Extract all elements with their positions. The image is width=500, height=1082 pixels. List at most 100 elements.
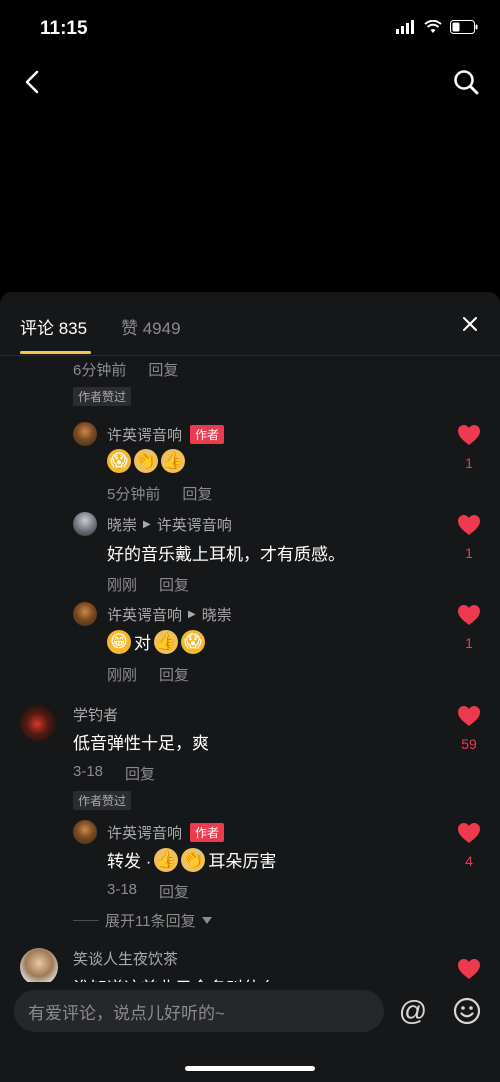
author-badge: 作者 bbox=[190, 823, 225, 842]
search-button[interactable] bbox=[448, 64, 484, 100]
reply-text-word: 对 bbox=[134, 634, 151, 653]
reply-name-line: 晓崇 ▶ 许英谔音响 bbox=[107, 514, 232, 535]
reply-time: 刚刚 bbox=[107, 667, 138, 684]
user-name[interactable]: 学钓者 bbox=[73, 704, 118, 725]
author-liked-badge: 作者赞过 bbox=[73, 791, 132, 810]
reply-to-arrow-icon: ▶ bbox=[188, 609, 196, 620]
avatar[interactable] bbox=[20, 703, 58, 741]
comment-list[interactable]: 6分钟前 回复 作者赞过 许英谔音响 作者 😱 👏 👍 5分钟前 回复 1 晓崇… bbox=[0, 356, 500, 986]
clap-emoji-icon: 👏 bbox=[181, 847, 206, 872]
reply-button[interactable]: 回复 bbox=[159, 664, 189, 685]
emoji-button[interactable] bbox=[452, 996, 482, 1026]
comment-text: 低音弹性十足，爽 bbox=[73, 734, 209, 753]
reply-name-line: 许英谔音响 作者 bbox=[107, 822, 225, 843]
chevron-left-icon bbox=[25, 70, 39, 94]
thumbs-up-emoji-icon: 👍 bbox=[154, 629, 178, 654]
mention-button[interactable]: @ bbox=[398, 995, 428, 1026]
tab-likes[interactable]: 赞 4949 bbox=[121, 314, 181, 339]
reply-target-name[interactable]: 许英谔音响 bbox=[157, 514, 232, 535]
author-liked-badge: 作者赞过 bbox=[73, 387, 132, 406]
like-count: 1 bbox=[465, 545, 473, 561]
user-name[interactable]: 许英谔音响 bbox=[107, 424, 182, 445]
reply-item: 晓崇 ▶ 许英谔音响 好的音乐戴上耳机，才有质感。 刚刚 回复 1 bbox=[0, 508, 500, 596]
like-button[interactable]: 59 bbox=[456, 705, 482, 752]
like-button[interactable]: 1 bbox=[456, 424, 482, 471]
reply-meta: 5分钟前 回复 bbox=[107, 483, 212, 504]
close-button[interactable] bbox=[458, 312, 482, 336]
reply-target-name[interactable]: 晓崇 bbox=[202, 604, 232, 625]
shocked-emoji-icon: 😱 bbox=[181, 629, 205, 654]
reply-time: 刚刚 bbox=[107, 577, 138, 594]
like-count: 59 bbox=[461, 736, 477, 752]
reply-text: 好的音乐戴上耳机，才有质感。 bbox=[107, 545, 345, 564]
like-count: 4 bbox=[465, 853, 473, 869]
expand-replies-button[interactable]: 展开11条回复 bbox=[73, 910, 212, 931]
reply-text: 😱 👏 👍 bbox=[107, 449, 185, 473]
user-name[interactable]: 笑谈人生夜饮茶 bbox=[73, 948, 178, 969]
comments-panel: 评论 835 赞 4949 6分钟前 回复 作者赞过 许英谔音响 作者 😱 👏 bbox=[0, 292, 500, 1082]
user-name[interactable]: 许英谔音响 bbox=[107, 822, 182, 843]
expand-label: 展开11条回复 bbox=[105, 913, 196, 930]
at-icon: @ bbox=[398, 995, 428, 1026]
comment-meta: 3-18 回复 bbox=[73, 763, 155, 784]
reply-button[interactable]: 回复 bbox=[182, 483, 212, 504]
reply-item: 许英谔音响 作者 😱 👏 👍 5分钟前 回复 1 bbox=[0, 418, 500, 506]
reply-text-prefix: 转发 · bbox=[107, 852, 152, 871]
reply-text-suffix: 耳朵厉害 bbox=[208, 852, 277, 871]
comment-input[interactable]: 有爱评论，说点儿好听的~ bbox=[14, 990, 384, 1032]
avatar[interactable] bbox=[73, 512, 97, 536]
comment-name-line: 笑谈人生夜饮茶 bbox=[73, 948, 178, 969]
like-button[interactable] bbox=[456, 958, 482, 985]
avatar[interactable] bbox=[73, 602, 97, 626]
heart-icon bbox=[458, 605, 480, 625]
comment-item: 笑谈人生夜饮茶 谁知道这首曲子全名叫什么 bbox=[0, 946, 500, 986]
avatar[interactable] bbox=[20, 948, 58, 986]
heart-icon bbox=[458, 959, 480, 979]
expand-divider bbox=[73, 920, 99, 921]
comment-name-line: 学钓者 bbox=[73, 704, 118, 725]
grin-emoji-icon: 😁 bbox=[107, 629, 131, 654]
like-button[interactable]: 1 bbox=[456, 514, 482, 561]
search-icon bbox=[454, 70, 479, 95]
reply-button[interactable]: 回复 bbox=[148, 359, 178, 380]
comment-item: 学钓者 低音弹性十足，爽 3-18 回复 作者赞过 59 bbox=[0, 703, 500, 813]
like-count: 1 bbox=[465, 455, 473, 471]
avatar[interactable] bbox=[73, 820, 97, 844]
thumbs-up-emoji-icon: 👍 bbox=[161, 449, 185, 473]
tab-comments[interactable]: 评论 835 bbox=[20, 314, 87, 339]
heart-icon bbox=[458, 425, 480, 445]
thumbs-up-emoji-icon: 👍 bbox=[154, 847, 179, 872]
reply-meta: 3-18 回复 bbox=[107, 881, 189, 902]
reply-button[interactable]: 回复 bbox=[159, 574, 189, 595]
comment-time: 6分钟前 bbox=[73, 362, 127, 379]
signal-icon bbox=[396, 20, 414, 34]
heart-icon bbox=[458, 706, 480, 726]
heart-icon bbox=[458, 515, 480, 535]
user-name[interactable]: 许英谔音响 bbox=[107, 604, 182, 625]
like-button[interactable]: 1 bbox=[456, 604, 482, 651]
reply-item: 许英谔音响 ▶ 晓崇 😁 对 👍 😱 刚刚 回复 1 bbox=[0, 598, 500, 686]
back-button[interactable] bbox=[14, 64, 50, 100]
comment-tabs: 评论 835 赞 4949 bbox=[0, 292, 500, 356]
smiley-icon bbox=[453, 997, 481, 1025]
reply-text: 转发 · 👍 👏 耳朵厉害 bbox=[107, 847, 276, 872]
reply-button[interactable]: 回复 bbox=[125, 763, 155, 784]
like-button[interactable]: 4 bbox=[456, 822, 482, 869]
reply-text: 😁 对 👍 😱 bbox=[107, 629, 205, 654]
comment-meta: 6分钟前 回复 bbox=[73, 359, 178, 380]
author-badge: 作者 bbox=[190, 425, 225, 444]
reply-name-line: 许英谔音响 作者 bbox=[107, 424, 225, 445]
reply-item: 许英谔音响 作者 转发 · 👍 👏 耳朵厉害 3-18 回复 4 bbox=[0, 818, 500, 908]
shocked-emoji-icon: 😱 bbox=[107, 449, 131, 473]
comment-time: 3-18 bbox=[73, 763, 104, 780]
caret-down-icon bbox=[201, 917, 212, 924]
wifi-icon bbox=[424, 20, 442, 33]
reply-button[interactable]: 回复 bbox=[159, 881, 189, 902]
close-icon bbox=[463, 317, 477, 331]
reply-time: 3-18 bbox=[107, 881, 138, 898]
user-name[interactable]: 晓崇 bbox=[107, 514, 137, 535]
reply-meta: 刚刚 回复 bbox=[107, 664, 189, 685]
reply-to-arrow-icon: ▶ bbox=[143, 519, 151, 530]
reply-time: 5分钟前 bbox=[107, 486, 161, 503]
avatar[interactable] bbox=[73, 422, 97, 446]
